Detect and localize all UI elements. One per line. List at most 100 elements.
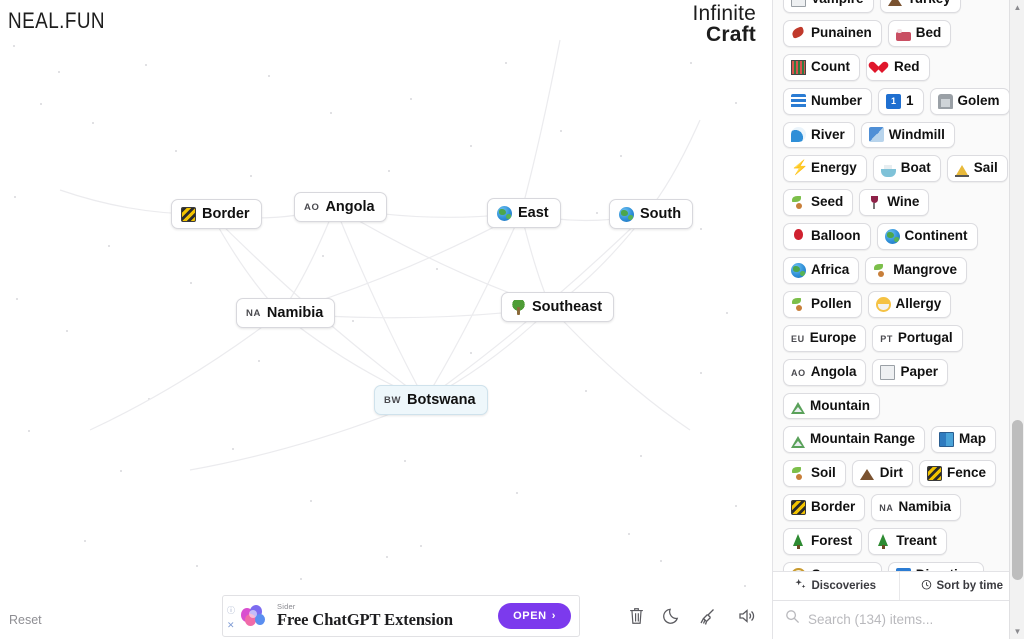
canvas-node-label: Southeast — [532, 299, 603, 315]
sq-blue-icon: 1 — [886, 93, 902, 109]
element-chip-label: Energy — [811, 160, 857, 176]
element-chip-europe[interactable]: EU Europe — [783, 324, 867, 352]
element-chip-soil[interactable]: Soil — [783, 460, 846, 488]
element-chip-river[interactable]: River — [783, 121, 855, 149]
canvas-node-south[interactable]: South — [609, 199, 694, 229]
crafting-canvas[interactable]: NEAL.FUN Infinite Craft Border AO Angola Ea… — [0, 0, 772, 639]
tree-icon — [791, 533, 806, 549]
element-chip-label: Seed — [811, 194, 844, 210]
element-chip-windmill[interactable]: Windmill — [860, 121, 955, 149]
sider-logo-icon — [241, 604, 267, 628]
search-input[interactable] — [808, 611, 1012, 627]
canvas-node-namibia[interactable]: NA Namibia — [236, 298, 336, 328]
element-chip-sail[interactable]: Sail — [946, 155, 1008, 183]
element-chip-paper[interactable]: Paper — [872, 358, 948, 386]
element-chip-border[interactable]: Border — [783, 494, 866, 521]
element-chip-continent[interactable]: Continent — [876, 223, 978, 250]
element-chip-label: Dirt — [879, 465, 904, 481]
element-chip-wine[interactable]: Wine — [859, 189, 930, 217]
element-chip-dirt[interactable]: Dirt — [851, 460, 914, 488]
bolt-icon — [791, 159, 808, 177]
element-chip-pollen[interactable]: Pollen — [783, 290, 862, 318]
element-chip-mangrove[interactable]: Mangrove — [865, 257, 968, 284]
element-chip-fence[interactable]: Fence — [919, 460, 997, 488]
element-chip-1[interactable]: 11 — [878, 87, 924, 115]
canvas-node-botswana[interactable]: BW Botswana — [374, 385, 488, 415]
canvas-node-east[interactable]: East — [487, 198, 561, 228]
element-chip-forest[interactable]: Forest — [783, 528, 863, 555]
ad-open-button[interactable]: OPEN › — [498, 603, 571, 629]
element-chip-boat[interactable]: Boat — [872, 155, 941, 183]
canvas-node-label: Border — [202, 206, 250, 222]
neal-fun-logo[interactable]: NEAL.FUN — [8, 8, 105, 34]
element-chip-number[interactable]: Number — [783, 87, 873, 115]
tab-sort-by-time[interactable]: Sort by time — [898, 572, 1024, 600]
element-chip-label: Border — [811, 499, 856, 515]
seed-icon — [791, 195, 806, 210]
element-sidebar: Vampire Turkey Punainen Bed Count Red Number 11… — [772, 0, 1024, 639]
element-chip-treant[interactable]: Treant — [868, 528, 947, 555]
element-list[interactable]: Vampire Turkey Punainen Bed Count Red Number 11… — [773, 0, 1024, 571]
element-chip-turkey[interactable]: Turkey — [879, 0, 961, 13]
element-chip-punainen[interactable]: Punainen — [783, 19, 882, 47]
element-chip-count[interactable]: Count — [783, 53, 860, 81]
element-chip-golem[interactable]: Golem — [929, 87, 1010, 115]
clock-icon — [921, 579, 932, 593]
broom-icon[interactable] — [699, 606, 719, 631]
search-icon — [785, 609, 800, 629]
moon-icon[interactable] — [663, 606, 682, 631]
element-chip-compass[interactable]: Compass — [783, 561, 882, 571]
ad-close-icon[interactable]: ✕ — [227, 620, 235, 631]
element-chip-mountain[interactable]: Mountain — [783, 392, 880, 420]
canvas-node-border[interactable]: Border — [171, 199, 262, 229]
boat-icon — [880, 164, 896, 177]
globe-amer-icon — [619, 206, 634, 222]
scroll-down-arrow[interactable]: ▼ — [1010, 624, 1024, 639]
sidebar-scrollbar[interactable]: ▲ ▼ — [1009, 0, 1024, 639]
scroll-up-arrow[interactable]: ▲ — [1010, 0, 1024, 15]
advertisement-banner[interactable]: ⓘ ✕ Sider Free ChatGPT Extension OPEN › — [222, 595, 580, 637]
element-chip-label: Portugal — [897, 329, 953, 345]
element-chip-portugal[interactable]: PT Portugal — [872, 324, 963, 352]
element-chip-energy[interactable]: Energy — [783, 155, 867, 183]
palm-icon — [511, 299, 526, 315]
tab-discoveries[interactable]: Discoveries — [773, 572, 899, 600]
paper-icon — [880, 364, 896, 380]
map-icon — [939, 432, 954, 448]
element-chip-label: Forest — [811, 533, 853, 548]
golem-icon — [937, 93, 953, 109]
game-title: Infinite Craft — [693, 3, 756, 46]
canvas-node-southeast[interactable]: Southeast — [501, 292, 615, 322]
element-chip-namibia[interactable]: NA Namibia — [871, 494, 961, 521]
element-chip-allergy[interactable]: Allergy — [867, 290, 952, 318]
element-chip-red[interactable]: Red — [865, 53, 930, 81]
seed-icon — [791, 297, 806, 312]
sound-icon[interactable] — [736, 606, 756, 631]
element-chip-label: Vampire — [811, 0, 864, 8]
element-chip-mountain-range[interactable]: Mountain Range — [783, 426, 925, 454]
element-chip-balloon[interactable]: Balloon — [783, 223, 871, 250]
trash-icon[interactable] — [627, 606, 646, 631]
globe-asia-icon — [497, 205, 512, 221]
element-chip-direction[interactable]: Direction — [887, 561, 985, 571]
canvas-node-angola[interactable]: AO Angola — [294, 192, 387, 222]
element-chip-label: Namibia — [898, 499, 951, 515]
reset-button[interactable]: Reset — [9, 613, 42, 627]
element-chip-label: Map — [959, 431, 986, 447]
dirt-icon — [887, 0, 903, 7]
element-chip-angola[interactable]: AO Angola — [783, 358, 867, 386]
element-chip-seed[interactable]: Seed — [783, 189, 854, 217]
pepper-icon — [791, 26, 806, 41]
element-chip-label: Count — [811, 58, 850, 74]
element-chip-label: Angola — [810, 363, 857, 379]
element-chip-map[interactable]: Map — [931, 426, 996, 454]
element-chip-bed[interactable]: Bed — [887, 19, 952, 47]
allergy-icon — [875, 296, 891, 312]
seed-icon — [791, 466, 806, 481]
infinite-craft-app: NEAL.FUN Infinite Craft Border AO Angola Ea… — [0, 0, 1024, 639]
canvas-node-label: South — [640, 206, 682, 222]
ad-info-icon[interactable]: ⓘ — [227, 605, 235, 616]
element-chip-vampire[interactable]: Vampire — [783, 0, 874, 13]
element-chip-africa[interactable]: Africa — [783, 257, 860, 284]
scrollbar-thumb[interactable] — [1012, 420, 1023, 580]
